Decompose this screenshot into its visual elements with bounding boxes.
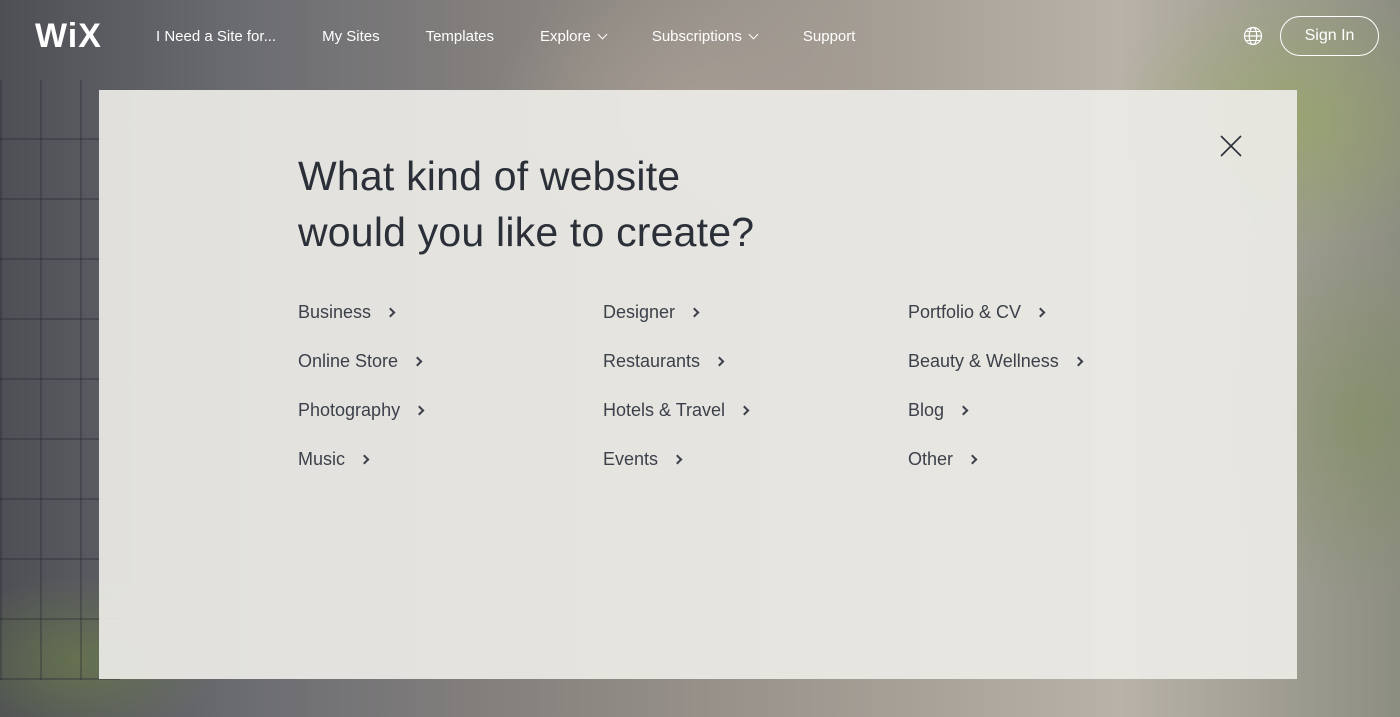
modal-title-line-2: would you like to create? [298,209,755,255]
nav-item-label: My Sites [322,27,380,45]
nav-item-subscriptions[interactable]: Subscriptions [651,27,759,45]
option-photography[interactable]: Photography [298,396,603,424]
nav-item-label: I Need a Site for... [156,27,277,45]
nav-item-support[interactable]: Support [803,28,856,45]
option-hotels-travel[interactable]: Hotels & Travel [603,396,908,424]
option-events[interactable]: Events [603,445,908,473]
chevron-right-icon [1035,307,1046,317]
option-label: Business [298,301,372,322]
option-label: Other [908,448,954,469]
chevron-right-icon [412,356,423,366]
nav-item-label: Support [802,27,856,45]
option-designer[interactable]: Designer [603,298,908,326]
chevron-right-icon [958,405,969,415]
site-type-options: Business Designer Portfolio & CV Online … [298,298,1198,494]
chevron-right-icon [385,307,396,317]
main-nav: I Need a Site for... My Sites Templates … [156,26,901,46]
chevron-right-icon [967,454,978,464]
option-other[interactable]: Other [908,445,1198,473]
nav-item-label: Templates [425,27,494,45]
option-portfolio-cv[interactable]: Portfolio & CV [908,298,1198,326]
chevron-right-icon [672,454,683,464]
nav-item-explore[interactable]: Explore [539,27,608,45]
chevron-right-icon [359,454,370,464]
option-music[interactable]: Music [298,445,603,473]
option-restaurants[interactable]: Restaurants [603,347,908,375]
option-label: Events [603,448,659,469]
option-label: Music [298,448,346,469]
option-label: Photography [298,399,401,420]
globe-icon[interactable] [1243,26,1263,46]
chevron-down-icon [748,29,759,39]
chevron-right-icon [739,405,750,415]
modal-title: What kind of website would you like to c… [298,148,898,260]
option-label: Online Store [298,350,399,371]
chevron-right-icon [689,307,700,317]
modal-title-line-1: What kind of website [298,153,681,199]
close-icon[interactable] [1219,134,1243,158]
option-label: Blog [908,399,945,420]
sign-in-button[interactable]: Sign In [1280,16,1379,56]
site-type-modal: What kind of website would you like to c… [99,90,1297,679]
wix-logo[interactable]: WiX [35,18,102,54]
nav-item-site-for[interactable]: I Need a Site for... [156,28,276,45]
nav-item-my-sites[interactable]: My Sites [322,28,380,45]
option-label: Beauty & Wellness [908,350,1059,371]
top-header: WiX I Need a Site for... My Sites Templa… [0,0,1400,72]
chevron-down-icon [597,29,608,39]
option-label: Designer [603,301,676,322]
nav-item-label: Subscriptions [651,27,742,45]
option-business[interactable]: Business [298,298,603,326]
nav-item-label: Explore [539,27,591,45]
chevron-right-icon [1073,356,1084,366]
chevron-right-icon [714,356,725,366]
option-label: Portfolio & CV [908,301,1022,322]
chevron-right-icon [414,405,425,415]
option-label: Restaurants [603,350,701,371]
option-beauty-wellness[interactable]: Beauty & Wellness [908,347,1198,375]
option-blog[interactable]: Blog [908,396,1198,424]
option-label: Hotels & Travel [603,399,726,420]
nav-item-templates[interactable]: Templates [426,28,494,45]
option-online-store[interactable]: Online Store [298,347,603,375]
